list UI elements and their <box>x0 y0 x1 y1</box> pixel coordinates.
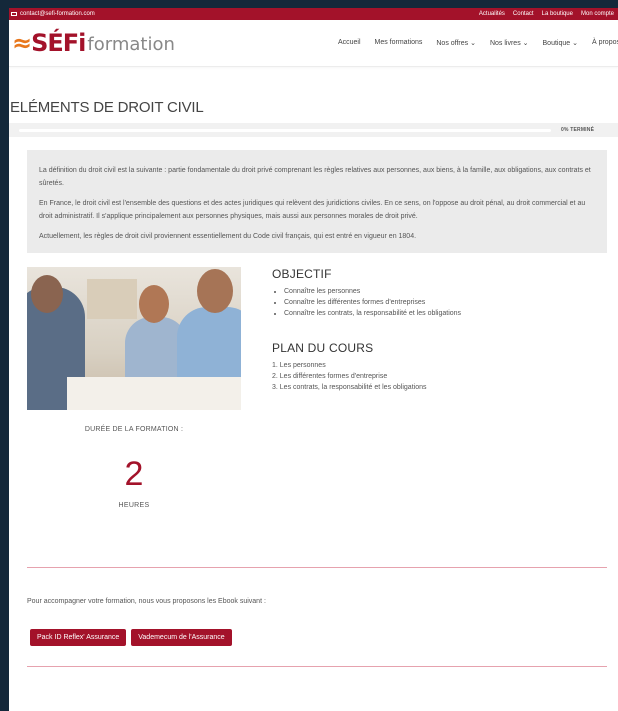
divider <box>27 666 607 667</box>
nav-boutique[interactable]: Boutique <box>543 39 578 47</box>
logo-word: formation <box>87 34 175 55</box>
duration-label: DURÉE DE LA FORMATION : <box>84 426 184 433</box>
course-main: DURÉE DE LA FORMATION : 2 HEURES OBJECTI… <box>9 267 618 567</box>
site-logo[interactable]: ≈SÉFi formation <box>12 31 175 55</box>
progress-track <box>19 128 551 132</box>
objectif-heading: OBJECTIF <box>272 267 332 281</box>
nav-nos-livres[interactable]: Nos livres <box>490 39 529 47</box>
page: contact@sefi-formation.com Actualités Co… <box>9 8 618 711</box>
topbar-link-contact[interactable]: Contact <box>513 11 534 17</box>
nav-accueil[interactable]: Accueil <box>338 39 361 47</box>
topbar-link-actualites[interactable]: Actualités <box>479 11 505 17</box>
list-item: 2. Les différentes formes d'entreprise <box>272 373 388 380</box>
objectif-list: Connaître les personnes Connaître les di… <box>272 286 602 319</box>
list-item: 1. Les personnes <box>272 362 326 369</box>
intro-paragraph: La définition du droit civil est la suiv… <box>39 167 591 187</box>
course-intro: La définition du droit civil est la suiv… <box>27 150 607 253</box>
intro-paragraph: Actuellement, les règles de droit civil … <box>39 233 417 240</box>
main-nav: Accueil Mes formations Nos offres Nos li… <box>338 39 618 47</box>
mail-icon <box>11 12 17 16</box>
plan-heading: PLAN DU COURS <box>272 341 374 355</box>
topbar-email-text[interactable]: contact@sefi-formation.com <box>20 11 95 17</box>
topbar-link-compte[interactable]: Mon compte <box>581 11 614 17</box>
site-header: ≈SÉFi formation Accueil Mes formations N… <box>9 20 618 67</box>
progress-label: 0% TERMINÉ <box>561 127 595 133</box>
list-item: 3. Les contrats, la responsabilité et le… <box>272 384 427 391</box>
ebook-buttons: Pack ID Reflex' Assurance Vademecum de l… <box>30 629 618 646</box>
logo-mark: ≈SÉFi <box>12 29 86 57</box>
topbar-link-boutique[interactable]: La boutique <box>542 11 573 17</box>
course-details: OBJECTIF Connaître les personnes Connaît… <box>272 267 602 393</box>
page-title: ELÉMENTS DE DROIT CIVIL <box>10 99 204 116</box>
intro-paragraph: En France, le droit civil est l'ensemble… <box>39 200 586 220</box>
ebook-button-vademecum[interactable]: Vademecum de l'Assurance <box>131 629 232 646</box>
course-photo <box>27 267 241 410</box>
list-item: Connaître les différentes formes d'entre… <box>284 297 602 308</box>
course-progress: 0% TERMINÉ <box>9 123 618 137</box>
list-item: Connaître les contrats, la responsabilit… <box>284 308 602 319</box>
duration-value: 2 <box>124 455 144 493</box>
top-bar: contact@sefi-formation.com Actualités Co… <box>9 8 618 20</box>
plan-list: 1. Les personnes 2. Les différentes form… <box>272 360 602 393</box>
ebook-intro: Pour accompagner votre formation, nous v… <box>27 598 266 605</box>
divider <box>27 567 607 568</box>
duration-unit: HEURES <box>118 502 150 509</box>
ebook-button-reflex[interactable]: Pack ID Reflex' Assurance <box>30 629 127 646</box>
nav-a-propos[interactable]: À propos <box>592 39 618 47</box>
nav-mes-formations[interactable]: Mes formations <box>375 39 423 47</box>
topbar-email[interactable]: contact@sefi-formation.com <box>11 11 95 17</box>
topbar-links: Actualités Contact La boutique Mon compt… <box>479 11 614 17</box>
nav-nos-offres[interactable]: Nos offres <box>436 39 476 47</box>
list-item: Connaître les personnes <box>284 286 602 297</box>
